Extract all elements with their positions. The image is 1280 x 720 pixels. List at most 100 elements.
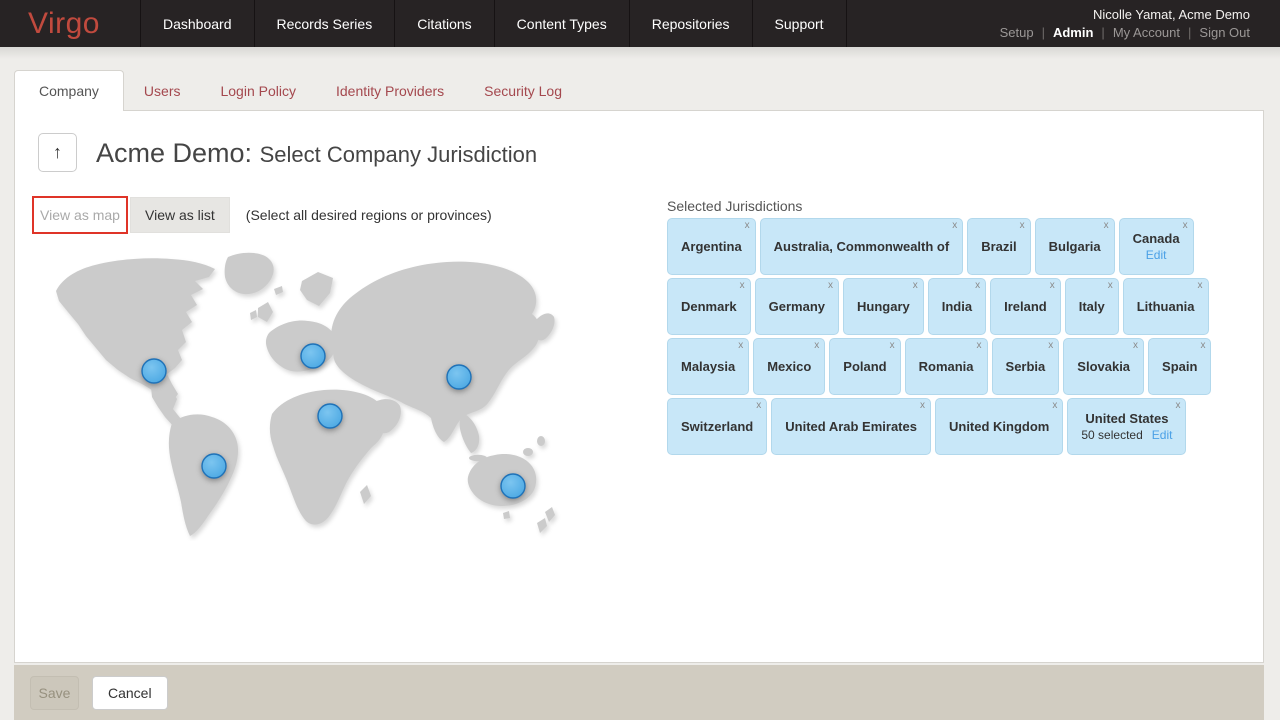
remove-icon[interactable]: x bbox=[913, 281, 918, 291]
remove-icon[interactable]: x bbox=[975, 281, 980, 291]
jurisdiction-chip-malaysia[interactable]: xMalaysia bbox=[667, 338, 749, 395]
remove-icon[interactable]: x bbox=[1108, 281, 1113, 291]
tab-login-policy[interactable]: Login Policy bbox=[200, 70, 316, 111]
tab-company[interactable]: Company bbox=[14, 70, 124, 111]
nav-item-support[interactable]: Support bbox=[752, 0, 847, 47]
jurisdiction-chip-bulgaria[interactable]: xBulgaria bbox=[1035, 218, 1115, 275]
jurisdiction-chip-spain[interactable]: xSpain bbox=[1148, 338, 1211, 395]
tab-identity-providers[interactable]: Identity Providers bbox=[316, 70, 464, 111]
remove-icon[interactable]: x bbox=[1020, 221, 1025, 231]
user-link-setup[interactable]: Setup bbox=[1000, 25, 1034, 40]
map-marker-south-america[interactable] bbox=[202, 454, 226, 478]
remove-icon[interactable]: x bbox=[920, 401, 925, 411]
user-name: Nicolle Yamat, Acme Demo bbox=[1093, 7, 1250, 22]
remove-icon[interactable]: x bbox=[1175, 401, 1180, 411]
remove-icon[interactable]: x bbox=[1183, 221, 1188, 231]
cancel-button[interactable]: Cancel bbox=[92, 676, 168, 710]
jurisdiction-chip-denmark[interactable]: xDenmark bbox=[667, 278, 751, 335]
jurisdiction-name: Switzerland bbox=[681, 419, 753, 434]
world-map[interactable] bbox=[31, 251, 581, 541]
remove-icon[interactable]: x bbox=[814, 341, 819, 351]
tab-users[interactable]: Users bbox=[124, 70, 201, 111]
jurisdiction-name: United Kingdom bbox=[949, 419, 1049, 434]
user-link-admin[interactable]: Admin bbox=[1053, 25, 1093, 40]
collapse-up-button[interactable]: ↑ bbox=[38, 133, 77, 172]
remove-icon[interactable]: x bbox=[1052, 401, 1057, 411]
continent-north-america bbox=[56, 258, 215, 410]
continent-europe bbox=[266, 321, 337, 372]
map-marker-asia[interactable] bbox=[447, 365, 471, 389]
jurisdiction-chip-united-arab-emirates[interactable]: xUnited Arab Emirates bbox=[771, 398, 931, 455]
chip-meta: Edit bbox=[1146, 248, 1167, 262]
island-greenland bbox=[225, 253, 274, 294]
jurisdiction-chip-brazil[interactable]: xBrazil bbox=[967, 218, 1030, 275]
remove-icon[interactable]: x bbox=[890, 341, 895, 351]
jurisdiction-chip-mexico[interactable]: xMexico bbox=[753, 338, 825, 395]
island-iceland bbox=[274, 286, 283, 295]
user-link-my-account[interactable]: My Account bbox=[1113, 25, 1180, 40]
save-button[interactable]: Save bbox=[30, 676, 79, 710]
jurisdiction-chip-slovakia[interactable]: xSlovakia bbox=[1063, 338, 1144, 395]
remove-icon[interactable]: x bbox=[738, 341, 743, 351]
remove-icon[interactable]: x bbox=[1104, 221, 1109, 231]
remove-icon[interactable]: x bbox=[740, 281, 745, 291]
page-title-action: Select Company Jurisdiction bbox=[260, 142, 538, 167]
jurisdiction-name: Lithuania bbox=[1137, 299, 1195, 314]
map-marker-australia[interactable] bbox=[501, 474, 525, 498]
island-japan bbox=[534, 313, 555, 340]
jurisdiction-chip-romania[interactable]: xRomania bbox=[905, 338, 988, 395]
selected-jurisdictions-label: Selected Jurisdictions bbox=[667, 198, 802, 214]
jurisdiction-chip-serbia[interactable]: xSerbia bbox=[992, 338, 1060, 395]
island-celebes bbox=[523, 448, 533, 456]
jurisdiction-chip-united-kingdom[interactable]: xUnited Kingdom bbox=[935, 398, 1063, 455]
jurisdiction-name: Slovakia bbox=[1077, 359, 1130, 374]
jurisdiction-name: India bbox=[942, 299, 972, 314]
nav-item-records-series[interactable]: Records Series bbox=[254, 0, 395, 47]
remove-icon[interactable]: x bbox=[952, 221, 957, 231]
view-as-map-button[interactable]: View as map bbox=[32, 196, 128, 234]
separator: | bbox=[1188, 25, 1191, 40]
island-madagascar bbox=[360, 485, 371, 504]
view-as-list-button[interactable]: View as list bbox=[130, 197, 230, 233]
remove-icon[interactable]: x bbox=[1198, 281, 1203, 291]
separator: | bbox=[1042, 25, 1045, 40]
map-marker-north-america[interactable] bbox=[142, 359, 166, 383]
jurisdiction-name: United States bbox=[1085, 411, 1168, 426]
edit-link[interactable]: Edit bbox=[1152, 428, 1173, 442]
jurisdiction-chip-switzerland[interactable]: xSwitzerland bbox=[667, 398, 767, 455]
jurisdiction-chip-australia-commonwealth-of[interactable]: xAustralia, Commonwealth of bbox=[760, 218, 964, 275]
jurisdiction-chip-hungary[interactable]: xHungary bbox=[843, 278, 924, 335]
edit-link[interactable]: Edit bbox=[1146, 248, 1167, 262]
user-link-sign-out[interactable]: Sign Out bbox=[1199, 25, 1250, 40]
nav-item-dashboard[interactable]: Dashboard bbox=[140, 0, 254, 47]
chip-row: xDenmarkxGermanyxHungaryxIndiaxIrelandxI… bbox=[667, 278, 1227, 335]
remove-icon[interactable]: x bbox=[756, 401, 761, 411]
remove-icon[interactable]: x bbox=[977, 341, 982, 351]
remove-icon[interactable]: x bbox=[1048, 341, 1053, 351]
jurisdiction-name: Australia, Commonwealth of bbox=[774, 239, 950, 254]
remove-icon[interactable]: x bbox=[1050, 281, 1055, 291]
map-marker-africa[interactable] bbox=[318, 404, 342, 428]
jurisdiction-chip-lithuania[interactable]: xLithuania bbox=[1123, 278, 1209, 335]
map-marker-europe[interactable] bbox=[301, 344, 325, 368]
jurisdiction-chip-poland[interactable]: xPoland bbox=[829, 338, 900, 395]
jurisdiction-chip-argentina[interactable]: xArgentina bbox=[667, 218, 756, 275]
chip-row: xSwitzerlandxUnited Arab EmiratesxUnited… bbox=[667, 398, 1227, 455]
nav-item-content-types[interactable]: Content Types bbox=[494, 0, 629, 47]
remove-icon[interactable]: x bbox=[828, 281, 833, 291]
jurisdiction-chip-ireland[interactable]: xIreland bbox=[990, 278, 1061, 335]
jurisdiction-name: Germany bbox=[769, 299, 825, 314]
tab-bar: CompanyUsersLogin PolicyIdentity Provide… bbox=[14, 70, 582, 111]
remove-icon[interactable]: x bbox=[745, 221, 750, 231]
remove-icon[interactable]: x bbox=[1133, 341, 1138, 351]
jurisdiction-chip-italy[interactable]: xItaly bbox=[1065, 278, 1119, 335]
jurisdiction-chip-germany[interactable]: xGermany bbox=[755, 278, 839, 335]
jurisdiction-chip-canada[interactable]: xCanadaEdit bbox=[1119, 218, 1194, 275]
app-logo: Virgo bbox=[0, 0, 140, 47]
nav-item-repositories[interactable]: Repositories bbox=[629, 0, 752, 47]
nav-item-citations[interactable]: Citations bbox=[394, 0, 493, 47]
remove-icon[interactable]: x bbox=[1200, 341, 1205, 351]
tab-security-log[interactable]: Security Log bbox=[464, 70, 582, 111]
jurisdiction-chip-united-states[interactable]: xUnited States50 selectedEdit bbox=[1067, 398, 1186, 455]
jurisdiction-chip-india[interactable]: xIndia bbox=[928, 278, 986, 335]
